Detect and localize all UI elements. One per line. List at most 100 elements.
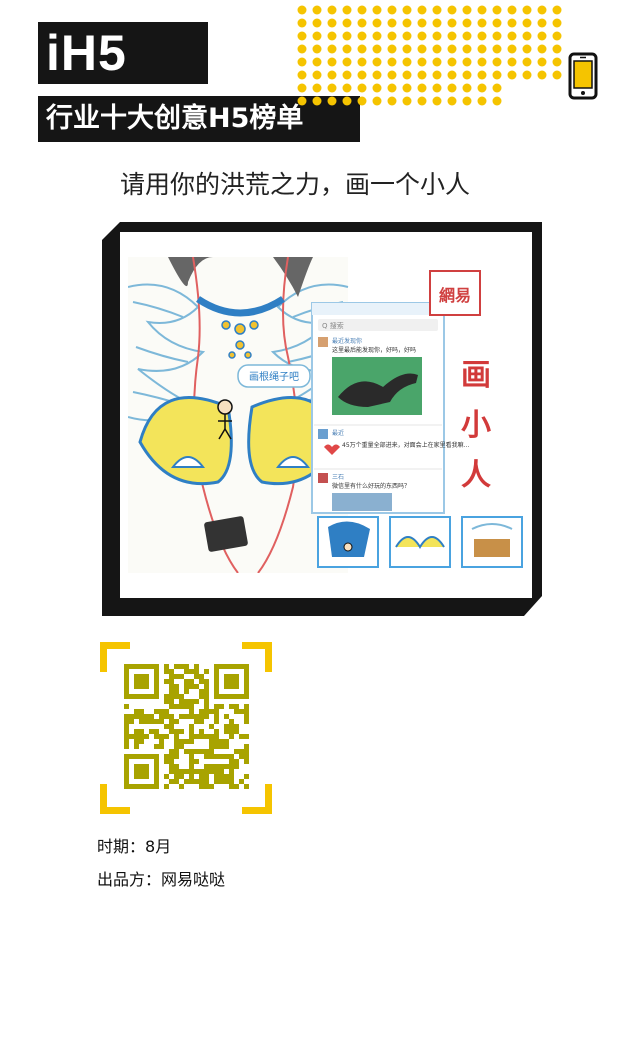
netease-seal: 網易 <box>439 286 471 305</box>
decorative-dot <box>297 18 307 28</box>
decorative-dot <box>537 5 547 15</box>
decorative-dot <box>522 5 532 15</box>
decorative-dot <box>357 31 367 41</box>
decorative-dot <box>372 44 382 54</box>
period-separator: ： <box>129 837 146 856</box>
decorative-dot <box>297 96 307 106</box>
decorative-dot-pattern <box>297 5 562 106</box>
decorative-dot <box>477 57 487 67</box>
decorative-dot <box>522 57 532 67</box>
decorative-dot <box>507 18 517 28</box>
decorative-dot <box>387 70 397 80</box>
decorative-dot <box>492 31 502 41</box>
producer-line: 出品方：网易哒哒 <box>97 866 225 890</box>
decorative-dot <box>327 70 337 80</box>
decorative-dot <box>447 70 457 80</box>
decorative-dot <box>447 57 457 67</box>
decorative-dot <box>297 5 307 15</box>
side-title-2: 小 <box>461 408 491 443</box>
decorative-dot <box>462 96 472 106</box>
decorative-dot <box>492 57 502 67</box>
decorative-dot <box>387 5 397 15</box>
decorative-dot <box>312 44 322 54</box>
producer-separator: ： <box>145 870 162 889</box>
decorative-dot <box>417 31 427 41</box>
decorative-dot <box>372 31 382 41</box>
decorative-dot <box>357 18 367 28</box>
decorative-dot <box>357 44 367 54</box>
decorative-dot <box>507 70 517 80</box>
decorative-dot <box>312 83 322 93</box>
decorative-dot <box>507 44 517 54</box>
decorative-dot <box>432 5 442 15</box>
decorative-dot <box>432 31 442 41</box>
decorative-dot <box>402 57 412 67</box>
decorative-dot <box>492 18 502 28</box>
decorative-dot <box>372 57 382 67</box>
decorative-dot <box>402 96 412 106</box>
decorative-dot <box>522 18 532 28</box>
decorative-dot <box>492 83 502 93</box>
decorative-dot <box>462 44 472 54</box>
decorative-dot <box>552 57 562 67</box>
side-title-3: 人 <box>461 458 491 493</box>
phone-screen-mockup: Q 搜索 最近发现你 这里最后能发现你，好吗，好吗 最近 45万个重量全部进来，… <box>311 302 469 514</box>
decorative-dot <box>357 70 367 80</box>
decorative-dot <box>447 31 457 41</box>
h5-preview-artwork[interactable]: 画根绳子吧 Q 搜索 最近发现你 这里最后能发现你，好吗，好吗 最近 45万个重… <box>128 257 526 573</box>
decorative-dot <box>477 70 487 80</box>
decorative-dot <box>432 57 442 67</box>
decorative-dot <box>402 70 412 80</box>
decorative-dot <box>312 70 322 80</box>
decorative-dot <box>492 70 502 80</box>
decorative-dot <box>492 96 502 106</box>
decorative-dot <box>297 83 307 93</box>
decorative-dot <box>342 44 352 54</box>
decorative-dot <box>417 57 427 67</box>
side-title-1: 画 <box>461 358 491 393</box>
decorative-dot <box>522 70 532 80</box>
post-text: 这里最后能发现你，好吗，好吗 <box>332 346 416 354</box>
decorative-dot <box>492 5 502 15</box>
decorative-dot <box>312 18 322 28</box>
headline: 请用你的洪荒之力，画一个小人 <box>120 170 471 199</box>
decorative-dot <box>477 83 487 93</box>
decorative-dot <box>357 5 367 15</box>
decorative-dot <box>402 31 412 41</box>
period-value: 8月 <box>145 837 172 856</box>
decorative-dot <box>447 44 457 54</box>
decorative-dot <box>522 31 532 41</box>
decorative-dot <box>537 31 547 41</box>
decorative-dot <box>402 83 412 93</box>
decorative-dot <box>447 5 457 15</box>
phone-icon <box>568 52 598 100</box>
decorative-dot <box>327 18 337 28</box>
decorative-dot <box>477 5 487 15</box>
thumbnail-strip <box>317 516 523 568</box>
decorative-dot <box>312 5 322 15</box>
decorative-dot <box>537 70 547 80</box>
decorative-dot <box>477 18 487 28</box>
decorative-dot <box>297 31 307 41</box>
decorative-dot <box>552 31 562 41</box>
decorative-dot <box>402 44 412 54</box>
decorative-dot <box>432 70 442 80</box>
qr-code[interactable] <box>93 635 279 821</box>
decorative-dot <box>522 44 532 54</box>
decorative-dot <box>312 57 322 67</box>
post-text: 微信里有什么好玩的东西吗？ <box>332 482 410 490</box>
decorative-dot <box>417 83 427 93</box>
decorative-dot <box>342 31 352 41</box>
decorative-dot <box>477 31 487 41</box>
decorative-dot <box>342 70 352 80</box>
decorative-dot <box>507 31 517 41</box>
decorative-dot <box>477 96 487 106</box>
decorative-dot <box>432 83 442 93</box>
ih5-logo: iH5 <box>38 22 208 84</box>
decorative-dot <box>387 83 397 93</box>
decorative-dot <box>462 31 472 41</box>
decorative-dot <box>507 5 517 15</box>
period-label: 时期 <box>97 837 130 856</box>
decorative-dot <box>372 83 382 93</box>
decorative-dot <box>402 5 412 15</box>
